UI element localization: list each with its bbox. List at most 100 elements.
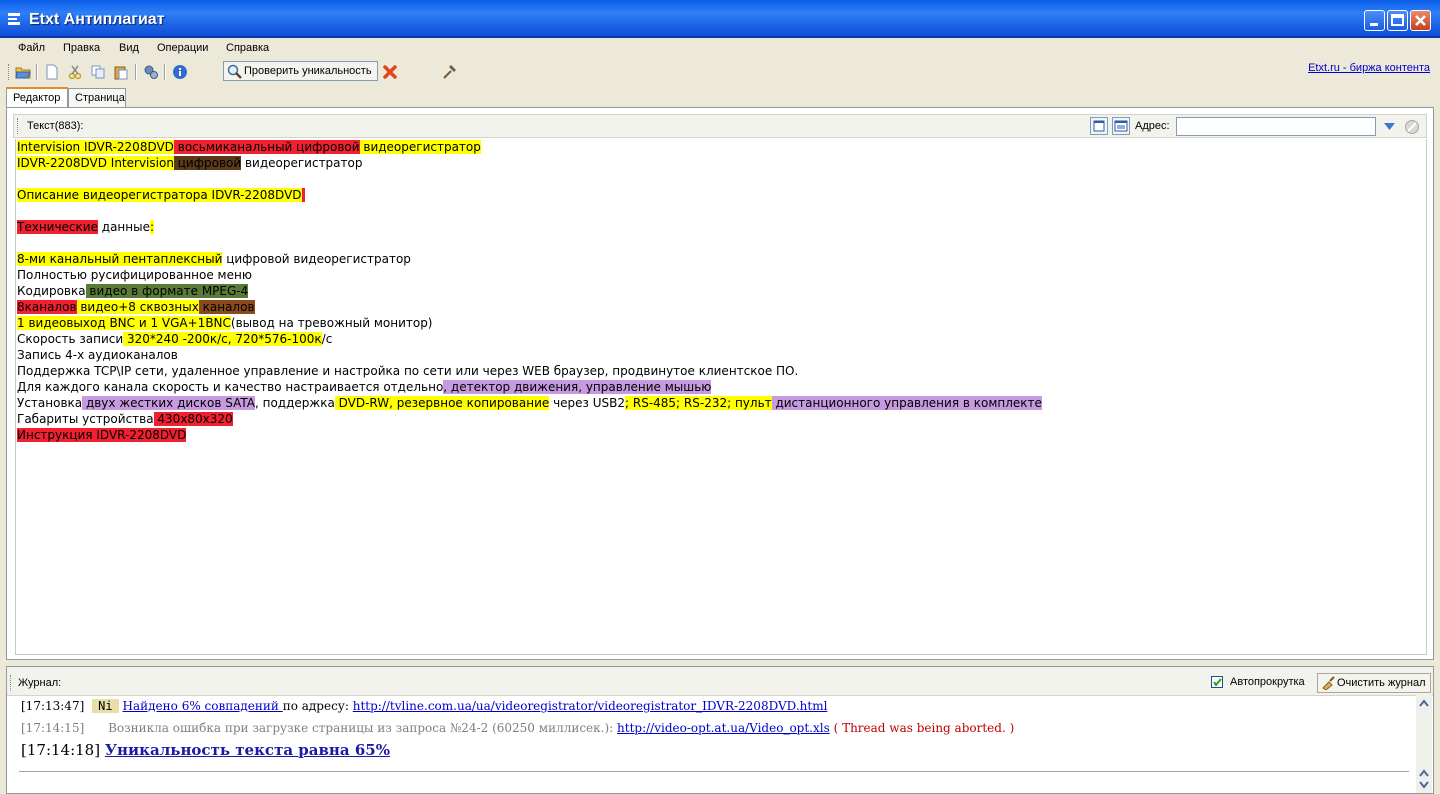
single-view-button[interactable] xyxy=(1090,117,1108,135)
check-uniqueness-label: Проверить уникальность xyxy=(244,65,372,77)
log-text: Возникла ошибка при загрузке страницы из… xyxy=(108,721,614,735)
highlight-violet: , детектор движения, управление мышью xyxy=(443,380,712,394)
plain-text: Габариты устройства xyxy=(17,412,154,426)
menu-file[interactable]: Файл xyxy=(18,42,45,54)
error-reason: ( Thread was being aborted. ) xyxy=(833,721,1015,735)
title-bar: Etxt Антиплагиат xyxy=(0,0,1440,38)
toolbar: Проверить уникальность Etxt.ru - биржа к… xyxy=(6,60,1434,84)
menu-edit[interactable]: Правка xyxy=(63,42,100,54)
scroll-up-icon[interactable] xyxy=(1418,697,1430,709)
highlight-red: 430х80х320 xyxy=(153,412,233,426)
minimize-button[interactable] xyxy=(1364,10,1385,31)
journal-label: Журнал: xyxy=(18,677,62,689)
highlight-violet: двух жестких дисков SATA xyxy=(82,396,255,410)
scroll-down-icon[interactable] xyxy=(1418,779,1430,791)
error-url-link[interactable]: http://video-opt.at.ua/Video_opt.xls xyxy=(617,721,830,735)
highlight-yellow: видеорегистратор xyxy=(359,140,481,154)
text-line: 8-ми канальный пентаплексный цифровой ви… xyxy=(17,251,411,267)
autoscroll-checkbox-box[interactable] xyxy=(1211,676,1223,688)
highlight-yellow: ; RS-485; RS-232; пульт xyxy=(625,396,772,410)
match-url-link[interactable]: http://tvline.com.ua/ua/videoregistrator… xyxy=(353,699,828,713)
highlight-yellow: Описание видеорегистратора IDVR-2208DVD xyxy=(17,188,302,202)
toolbar-separator xyxy=(164,64,166,80)
menu-view[interactable]: Вид xyxy=(119,42,139,54)
new-document-icon[interactable] xyxy=(44,64,60,80)
open-folder-icon[interactable] xyxy=(15,64,31,80)
journal-header: Журнал: Автопрокрутка Очистить журнал xyxy=(7,667,1433,696)
highlight-yellow: IDVR-2208DVD Intervision xyxy=(17,156,174,170)
etxt-link[interactable]: Etxt.ru - биржа контента xyxy=(1308,62,1430,74)
plain-text: через USB2 xyxy=(549,396,625,410)
tab-page[interactable]: Страница xyxy=(68,88,126,107)
hammer-icon[interactable] xyxy=(441,64,457,80)
split-view-button[interactable] xyxy=(1112,117,1130,135)
text-line: IDVR-2208DVD Intervision цифровой видеор… xyxy=(17,155,362,171)
menu-help[interactable]: Справка xyxy=(226,42,269,54)
text-line: 1 видеовыход BNC и 1 VGA+1BNC(вывод на т… xyxy=(17,315,433,331)
highlight-darkbrown: цифровой xyxy=(173,156,242,170)
info-icon[interactable] xyxy=(172,64,188,80)
panel-grip xyxy=(10,675,14,691)
highlight-yellow: DVD-RW, резервное копирование xyxy=(334,396,550,410)
cut-icon[interactable] xyxy=(67,64,83,80)
settings-icon[interactable] xyxy=(143,64,159,80)
text-line: Кодировка видео в формате MPEG-4 xyxy=(17,283,249,299)
text-count-label: Текст(883): xyxy=(27,120,84,132)
copy-icon[interactable] xyxy=(90,64,106,80)
window-title: Etxt Антиплагиат xyxy=(29,11,165,28)
scroll-up-icon[interactable] xyxy=(1418,767,1430,779)
text-line: Инструкция IDVR-2208DVD xyxy=(17,427,187,443)
text-line: Поддержка TCP\IP сети, удаленное управле… xyxy=(17,363,798,379)
log-time: [17:14:18] xyxy=(21,741,101,759)
single-view-icon xyxy=(1093,120,1105,132)
stop-icon[interactable] xyxy=(1404,119,1420,135)
journal-scrollbar[interactable] xyxy=(1416,695,1432,793)
plain-text: Полностью русифицированное меню xyxy=(17,268,252,282)
highlight-red xyxy=(301,188,306,202)
toolbar-separator xyxy=(135,64,137,80)
highlight-yellow: Intervision IDVR-2208DVD xyxy=(17,140,174,154)
uniqueness-result-link[interactable]: Уникальность текста равна 65% xyxy=(105,741,390,759)
text-line: 8каналов видео+8 сквозных каналов xyxy=(17,299,255,315)
plain-text: Запись 4-х аудиоканалов xyxy=(17,348,178,362)
plain-text: /с xyxy=(321,332,333,346)
close-button[interactable] xyxy=(1410,10,1431,31)
editor-header: Текст(883): Адрес: xyxy=(13,114,1427,138)
clear-journal-button[interactable]: Очистить журнал xyxy=(1317,673,1431,693)
search-icon xyxy=(227,64,242,79)
log-entry-error: [17:14:15] Возникла ошибка при загрузке … xyxy=(21,721,1014,735)
text-line: Intervision IDVR-2208DVD восьмиканальный… xyxy=(17,139,481,155)
highlight-yellow: 1 видеовыход BNC и 1 VGA+1BNC xyxy=(17,316,231,330)
log-entry-match: [17:13:47] Ni Найдено 6% совпадений по ад… xyxy=(21,699,827,713)
autoscroll-label: Автопрокрутка xyxy=(1230,676,1305,688)
log-text: по адресу: xyxy=(282,699,353,713)
plain-text: данные xyxy=(97,220,150,234)
text-line: Запись 4-х аудиоканалов xyxy=(17,347,178,363)
text-editor[interactable]: Intervision IDVR-2208DVD восьмиканальный… xyxy=(15,139,1427,655)
menu-operations[interactable]: Операции xyxy=(157,42,208,54)
log-badge: Ni xyxy=(92,699,119,713)
log-divider xyxy=(19,771,1409,772)
toolbar-grip[interactable] xyxy=(8,64,12,80)
address-input[interactable] xyxy=(1176,117,1376,136)
address-dropdown-icon[interactable] xyxy=(1382,120,1398,134)
editor-panel: Текст(883): Адрес: Intervision IDVR-2208… xyxy=(6,107,1434,660)
text-line: Установка двух жестких дисков SATA, подд… xyxy=(17,395,1042,411)
cancel-icon[interactable] xyxy=(382,64,398,80)
maximize-icon xyxy=(1391,14,1404,26)
text-line: Описание видеорегистратора IDVR-2208DVD xyxy=(17,187,306,203)
menu-bar: Файл Правка Вид Операции Справка xyxy=(6,38,1434,60)
match-link[interactable]: Найдено 6% совпадений xyxy=(123,699,283,713)
tab-editor[interactable]: Редактор xyxy=(6,87,68,108)
log-time: [17:14:15] xyxy=(21,721,85,735)
plain-text: Установка xyxy=(17,396,83,410)
log-entry-result: [17:14:18] Уникальность текста равна 65% xyxy=(21,741,390,759)
toolbar-separator xyxy=(36,64,38,80)
text-line: Технические данные: xyxy=(17,219,155,235)
paste-icon[interactable] xyxy=(113,64,129,80)
plain-text: , поддержка xyxy=(254,396,335,410)
check-uniqueness-button[interactable]: Проверить уникальность xyxy=(223,61,378,81)
maximize-button[interactable] xyxy=(1387,10,1408,31)
clear-journal-label: Очистить журнал xyxy=(1337,677,1426,689)
plain-text: Скорость записи xyxy=(17,332,124,346)
